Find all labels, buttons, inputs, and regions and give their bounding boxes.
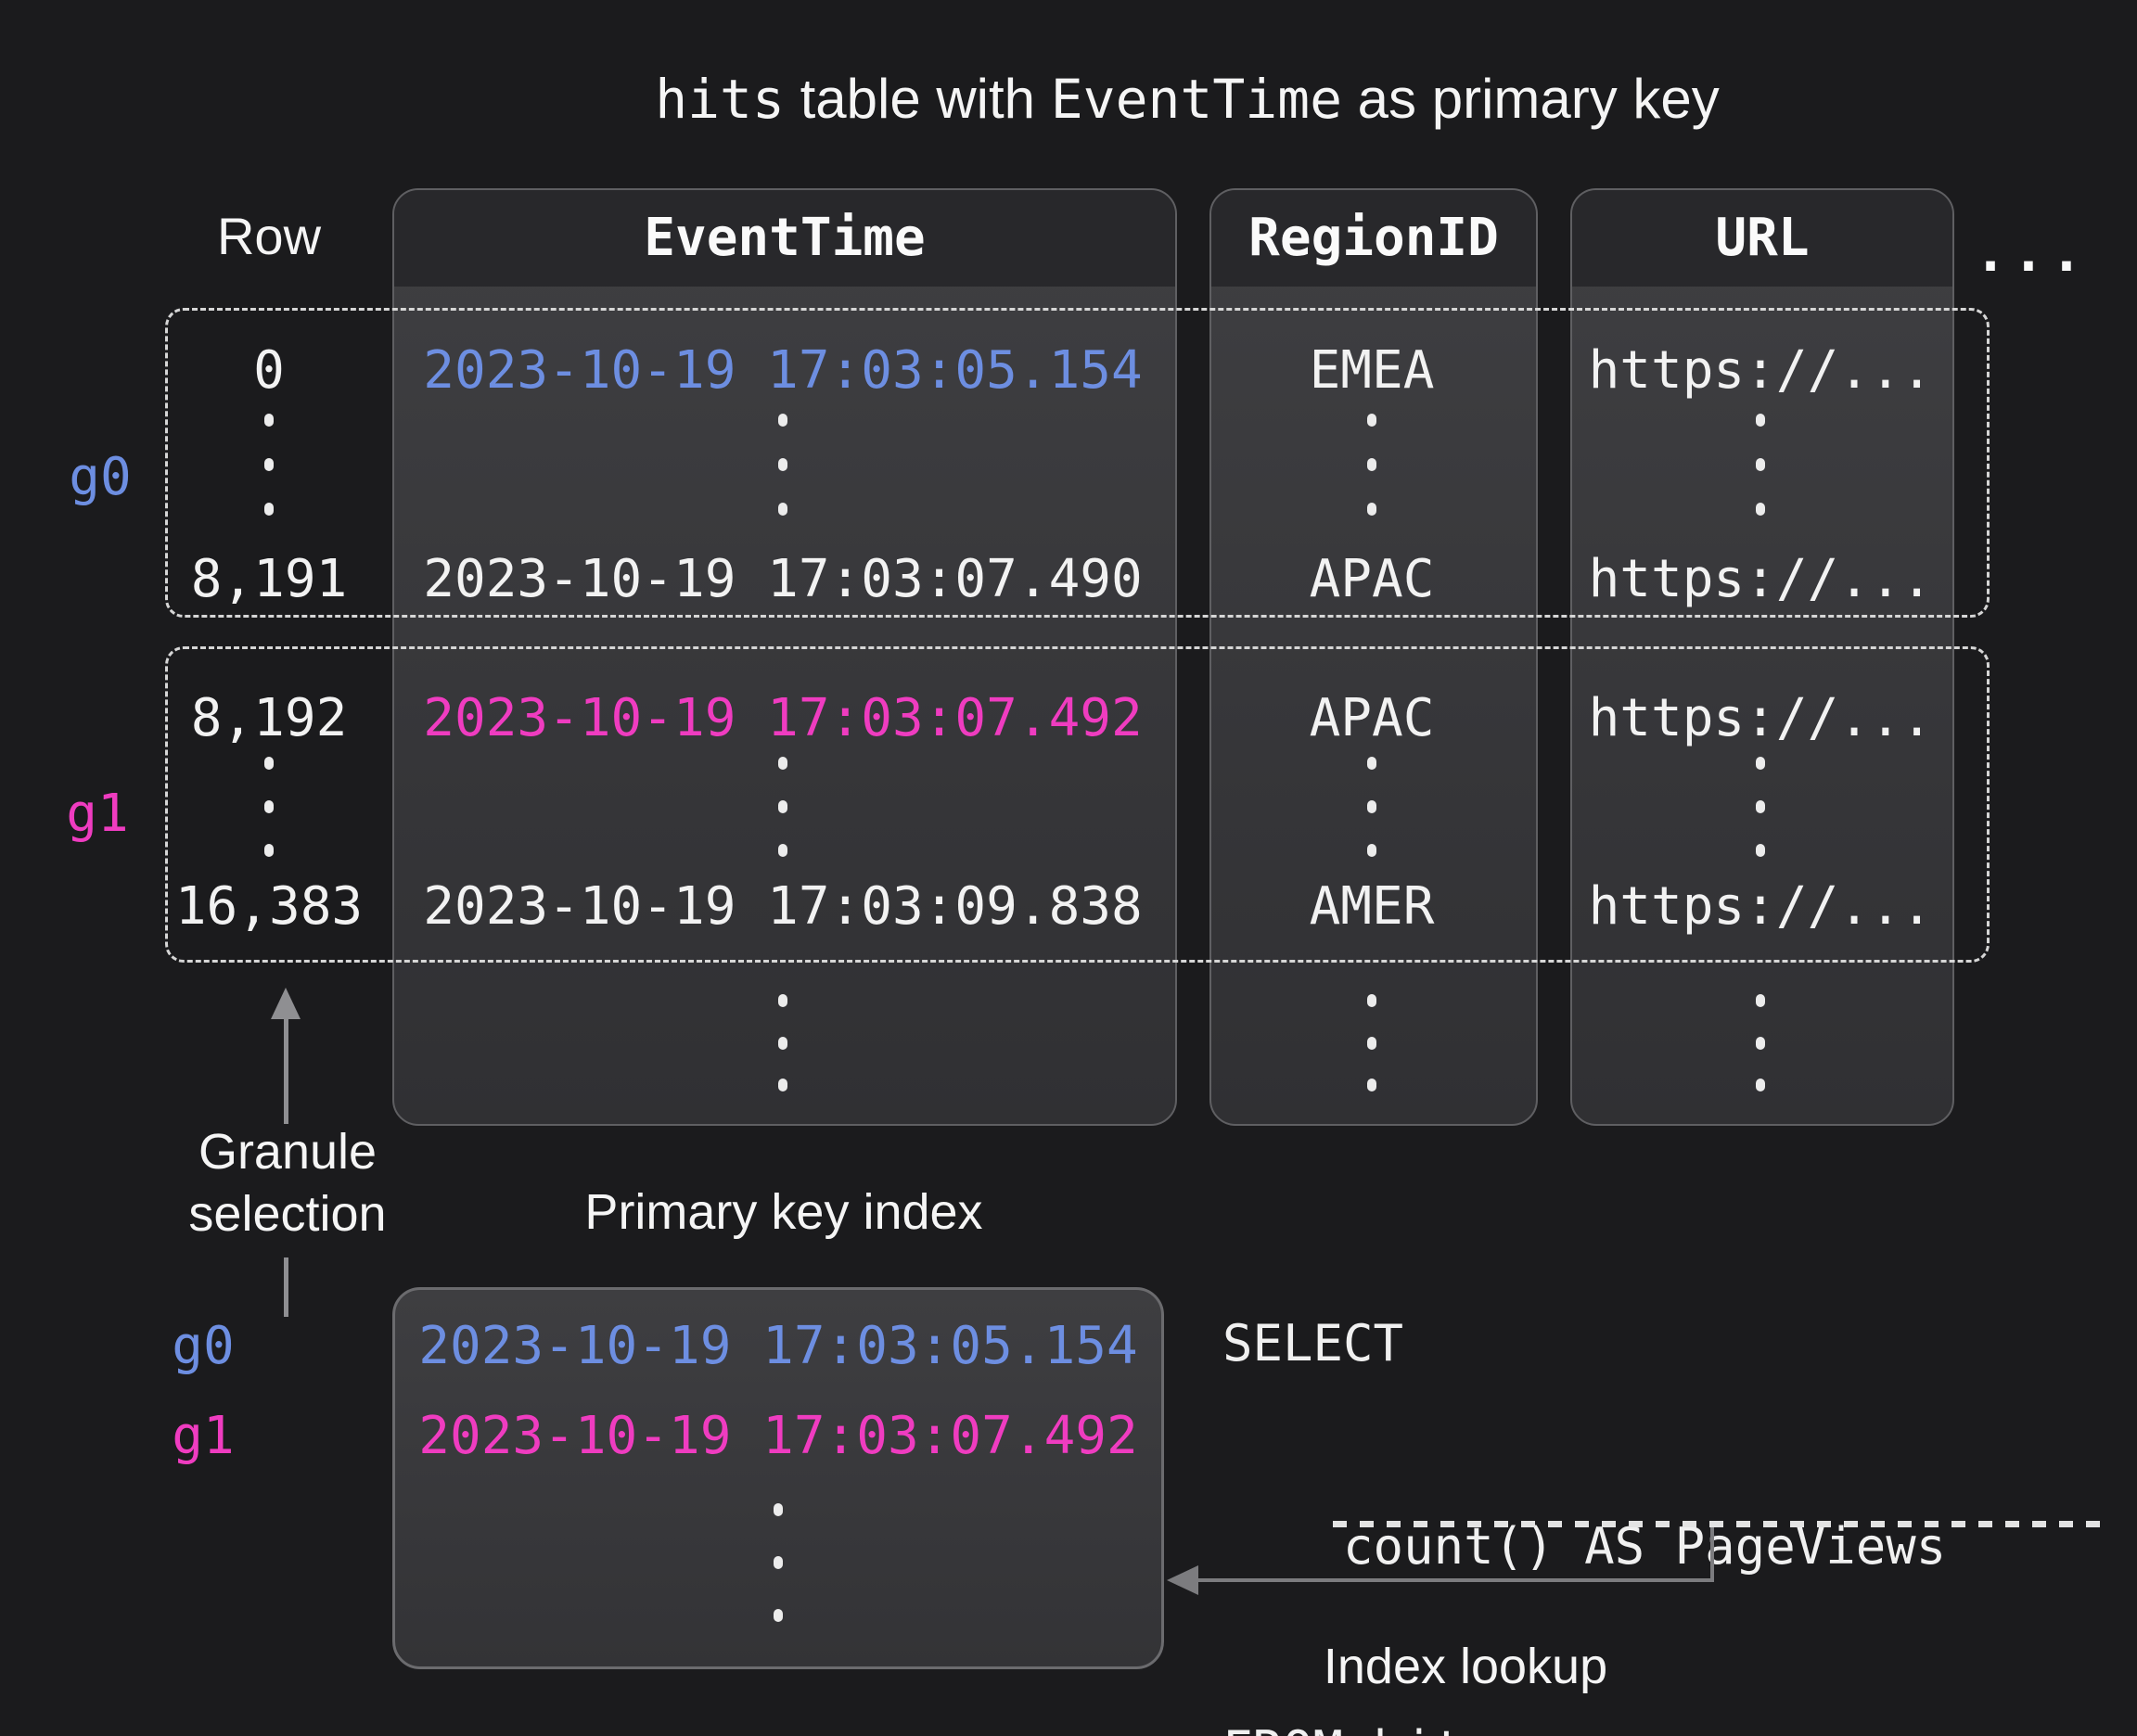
granule-1-frame: [165, 646, 1990, 963]
sql-line: SELECT: [1222, 1309, 2037, 1377]
index-lookup-arrow-horizontal: [1196, 1578, 1714, 1582]
page-title: hits table with EventTime as primary key: [237, 67, 2137, 132]
where-condition-underline: [1333, 1521, 2108, 1527]
arrow-shaft: [284, 1257, 288, 1317]
index-lookup-arrow-vertical: [1710, 1527, 1714, 1582]
more-columns-ellipsis: ...: [1966, 221, 2096, 284]
arrow-shaft: [284, 1017, 288, 1124]
column-header-regionid: RegionID: [1211, 190, 1536, 287]
title-mid-text: table with: [785, 68, 1051, 130]
index-granule-1-label: g1: [143, 1399, 263, 1474]
arrow-up-icon: [271, 988, 301, 1019]
row-column-header: Row: [148, 188, 390, 285]
index-entry-1: 2023-10-19 17:03:07.492: [392, 1399, 1164, 1474]
index-granule-0-label: g0: [143, 1309, 263, 1384]
vertical-ellipsis: [1755, 994, 1766, 1091]
title-table-name: hits: [655, 68, 785, 131]
index-lookup-label: Index lookup: [1234, 1638, 1697, 1695]
granule-1-label: g1: [42, 784, 153, 845]
granule-0-frame: [165, 308, 1990, 618]
column-header-eventtime: EventTime: [394, 190, 1175, 287]
granule-selection-line2: selection: [102, 1183, 473, 1245]
primary-key-index-title: Primary key index: [459, 1181, 1108, 1243]
granule-selection-label: Granule selection: [102, 1121, 473, 1245]
diagram-canvas: hits table with EventTime as primary key…: [0, 0, 2137, 1736]
granule-selection-line1: Granule: [102, 1121, 473, 1183]
title-key-name: EventTime: [1051, 68, 1342, 131]
sql-line: FROM hits: [1222, 1716, 2037, 1736]
index-entry-0: 2023-10-19 17:03:05.154: [392, 1309, 1164, 1384]
granule-0-label: g0: [45, 447, 156, 508]
title-tail-text: as primary key: [1342, 68, 1720, 130]
vertical-ellipsis: [1366, 994, 1377, 1091]
column-header-url: URL: [1572, 190, 1952, 287]
arrow-left-icon: [1167, 1565, 1198, 1595]
vertical-ellipsis: [773, 1503, 784, 1622]
vertical-ellipsis: [777, 994, 788, 1091]
